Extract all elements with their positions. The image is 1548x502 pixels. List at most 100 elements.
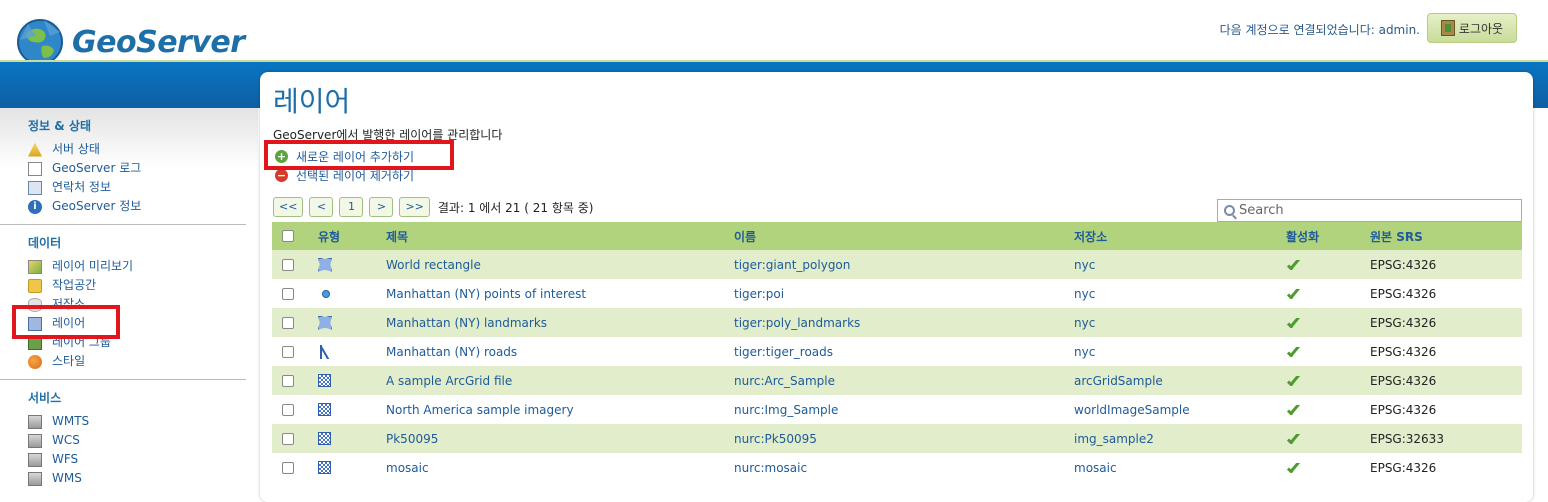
warning-icon [28, 142, 42, 157]
layer-name-link[interactable]: nurc:mosaic [734, 461, 1074, 475]
layer-store-link[interactable]: nyc [1074, 345, 1286, 359]
sidebar-item-about[interactable]: i GeoServer 정보 [28, 197, 246, 216]
sidebar-item-geoserver-log[interactable]: GeoServer 로그 [28, 159, 246, 178]
layer-name-link[interactable]: tiger:poly_landmarks [734, 316, 1074, 330]
layer-name-link[interactable]: nurc:Img_Sample [734, 403, 1074, 417]
select-all-checkbox[interactable] [282, 230, 294, 242]
table-header: 유형 제목 이름 저장소 활성화 원본 SRS [272, 222, 1522, 250]
server-icon [28, 471, 42, 486]
sidebar-item-label: 레이어 미리보기 [52, 259, 134, 273]
column-header-native-srs[interactable]: 원본 SRS [1370, 228, 1522, 245]
layer-store-link[interactable]: mosaic [1074, 461, 1286, 475]
sidebar-item-wmts[interactable]: WMTS [28, 412, 246, 431]
row-checkbox[interactable] [282, 461, 294, 474]
sidebar-item-wcs[interactable]: WCS [28, 431, 246, 450]
sidebar-section-title-services: 서비스 [28, 391, 62, 405]
layer-name-link[interactable]: tiger:poi [734, 287, 1074, 301]
sidebar-item-label: GeoServer 정보 [52, 199, 142, 213]
line-layer-icon [318, 345, 332, 359]
layer-title-link[interactable]: North America sample imagery [386, 403, 734, 417]
server-icon [28, 433, 42, 448]
layer-name-link[interactable]: nurc:Pk50095 [734, 432, 1074, 446]
enabled-check-icon [1288, 376, 1302, 386]
pager: << < 1 > >> 결과: 1 에서 21 ( 21 항목 중) [273, 197, 593, 217]
enabled-check-icon [1288, 434, 1302, 444]
highlight-layers-menu [12, 305, 120, 339]
row-checkbox[interactable] [282, 316, 294, 329]
layer-native-srs: EPSG:32633 [1370, 431, 1444, 446]
sidebar-item-styles[interactable]: 스타일 [28, 352, 246, 371]
pager-last-button[interactable]: >> [399, 197, 430, 217]
column-header-name[interactable]: 이름 [734, 228, 1074, 245]
layer-title-link[interactable]: Manhattan (NY) roads [386, 345, 734, 359]
raster-layer-icon [318, 403, 331, 416]
layer-store-link[interactable]: arcGridSample [1074, 374, 1286, 388]
sidebar-item-workspaces[interactable]: 작업공간 [28, 276, 246, 295]
server-icon [28, 452, 42, 467]
layer-native-srs: EPSG:4326 [1370, 460, 1437, 475]
layer-store-link[interactable]: nyc [1074, 287, 1286, 301]
layer-native-srs: EPSG:4326 [1370, 315, 1437, 330]
column-header-store[interactable]: 저장소 [1074, 228, 1286, 245]
enabled-check-icon [1288, 318, 1302, 328]
search-box [1217, 199, 1522, 222]
logout-door-icon [1440, 20, 1455, 36]
column-header-title[interactable]: 제목 [386, 228, 734, 245]
point-layer-icon [322, 289, 330, 298]
sidebar-item-label: WFS [52, 452, 79, 466]
app-name: GeoServer [72, 24, 245, 60]
column-header-enabled[interactable]: 활성화 [1286, 228, 1370, 245]
layer-name-link[interactable]: nurc:Arc_Sample [734, 374, 1074, 388]
header: GeoServer 다음 계정으로 연결되었습니다: admin. 로그아웃 [0, 0, 1548, 65]
layer-store-link[interactable]: img_sample2 [1074, 432, 1286, 446]
row-checkbox[interactable] [282, 374, 294, 387]
row-checkbox[interactable] [282, 287, 294, 300]
table-row: Manhattan (NY) roads tiger:tiger_roads nyc… [272, 337, 1522, 366]
table-row: World rectangle tiger:giant_polygon nyc EPS… [272, 250, 1522, 279]
column-header-type[interactable]: 유형 [306, 228, 386, 245]
pager-next-button[interactable]: > [369, 197, 394, 217]
sidebar-item-contact-info[interactable]: 연락처 정보 [28, 178, 246, 197]
logout-label: 로그아웃 [1458, 21, 1504, 36]
enabled-check-icon [1288, 405, 1302, 415]
table-row: mosaic nurc:mosaic mosaic EPSG:4326 [272, 453, 1522, 482]
polygon-layer-icon [318, 315, 332, 330]
layer-title-link[interactable]: World rectangle [386, 258, 734, 272]
row-checkbox[interactable] [282, 258, 294, 271]
layer-native-srs: EPSG:4326 [1370, 344, 1437, 359]
logout-button[interactable]: 로그아웃 [1427, 13, 1517, 43]
page-title: 레이어 [273, 85, 351, 118]
info-icon: i [28, 199, 42, 214]
document-icon [28, 161, 42, 176]
search-input[interactable] [1239, 203, 1509, 218]
sidebar-section-title-info: 정보 & 상태 [28, 119, 91, 133]
layer-store-link[interactable]: nyc [1074, 258, 1286, 272]
pager-prev-button[interactable]: < [309, 197, 334, 217]
contact-card-icon [28, 180, 42, 195]
enabled-check-icon [1288, 347, 1302, 357]
enabled-check-icon [1288, 463, 1302, 473]
row-checkbox[interactable] [282, 432, 294, 445]
row-checkbox[interactable] [282, 403, 294, 416]
pager-first-button[interactable]: << [273, 197, 304, 217]
layer-title-link[interactable]: Manhattan (NY) points of interest [386, 287, 734, 301]
pager-page-1-button[interactable]: 1 [339, 197, 364, 217]
table-row: Manhattan (NY) points of interest tiger:p… [272, 279, 1522, 308]
layer-title-link[interactable]: mosaic [386, 461, 734, 475]
layer-title-link[interactable]: Manhattan (NY) landmarks [386, 316, 734, 330]
layer-title-link[interactable]: A sample ArcGrid file [386, 374, 734, 388]
row-checkbox[interactable] [282, 345, 294, 358]
layer-title-link[interactable]: Pk50095 [386, 432, 734, 446]
sidebar-item-server-status[interactable]: 서버 상태 [28, 140, 246, 159]
remove-icon: − [275, 168, 288, 182]
layer-store-link[interactable]: nyc [1074, 316, 1286, 330]
layer-name-link[interactable]: tiger:giant_polygon [734, 258, 1074, 272]
sidebar-section-title-data: 데이터 [28, 236, 62, 250]
layer-native-srs: EPSG:4326 [1370, 257, 1437, 272]
sidebar-item-wms[interactable]: WMS [28, 469, 246, 488]
layer-store-link[interactable]: worldImageSample [1074, 403, 1286, 417]
sidebar-item-layer-preview[interactable]: 레이어 미리보기 [28, 257, 246, 276]
sidebar-item-label: WCS [52, 433, 80, 447]
sidebar-item-wfs[interactable]: WFS [28, 450, 246, 469]
layer-name-link[interactable]: tiger:tiger_roads [734, 345, 1074, 359]
